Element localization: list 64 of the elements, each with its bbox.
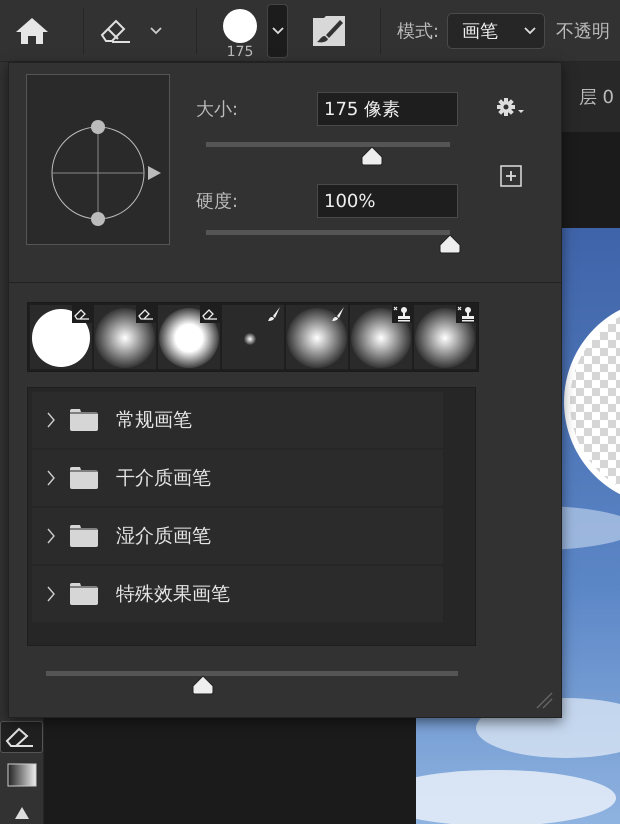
brush-tip-icon xyxy=(415,308,475,368)
home-icon[interactable] xyxy=(15,16,49,44)
brush-tip[interactable] xyxy=(414,305,476,369)
brush-tip[interactable] xyxy=(286,305,348,369)
size-label: 大小: xyxy=(196,98,240,121)
brush-tip-icon xyxy=(32,309,90,367)
brush-settings-icon[interactable] xyxy=(312,14,346,46)
opacity-label: 不透明 xyxy=(556,20,610,42)
brush-icon xyxy=(267,306,281,322)
caret-icon xyxy=(272,26,284,34)
brush-tip-icon xyxy=(159,308,219,368)
mode-select[interactable]: 画笔 xyxy=(447,12,546,48)
brush-tip-icon xyxy=(95,308,155,368)
brush-group-row[interactable]: 湿介质画笔 xyxy=(32,508,443,564)
slider-thumb[interactable] xyxy=(360,146,384,166)
gradient-icon xyxy=(6,763,36,787)
folder-icon xyxy=(70,583,98,605)
mode-label: 模式: xyxy=(397,20,440,42)
eraser-icon xyxy=(138,308,154,320)
brush-angle-preview[interactable] xyxy=(26,74,170,245)
brush-dropdown-button[interactable] xyxy=(267,4,288,58)
new-preset-icon[interactable] xyxy=(500,165,522,187)
brush-tip-icon[interactable] xyxy=(222,8,258,44)
brush-icon xyxy=(331,306,345,322)
hardness-label: 硬度: xyxy=(196,190,240,213)
brush-tip-icon xyxy=(244,333,256,345)
settings-icon[interactable] xyxy=(496,97,526,117)
hardness-slider-track[interactable] xyxy=(206,230,450,235)
size-field[interactable]: 175 像素 xyxy=(317,92,458,126)
group-name: 特殊效果画笔 xyxy=(116,582,230,607)
brush-group-row[interactable]: 特殊效果画笔 xyxy=(32,566,443,622)
chevron-icon[interactable] xyxy=(47,586,55,602)
hardness-field[interactable]: 100% xyxy=(317,184,458,218)
eraser-tool[interactable] xyxy=(0,721,43,753)
brush-group-row[interactable]: 干介质画笔 xyxy=(32,450,443,506)
caret-icon xyxy=(524,26,536,34)
group-name: 湿介质画笔 xyxy=(116,524,211,549)
brush-tip[interactable] xyxy=(94,305,156,369)
brush-group-row[interactable]: 常规画笔 xyxy=(32,392,443,448)
eraser-icon xyxy=(74,308,90,320)
folder-icon xyxy=(70,409,98,431)
brush-tip[interactable] xyxy=(158,305,220,369)
slider-thumb[interactable] xyxy=(190,675,215,695)
layer-tab[interactable]: 层 0 xyxy=(578,85,614,109)
brush-tip-icon xyxy=(351,308,411,368)
brush-tip-icon xyxy=(287,308,347,368)
folder-icon xyxy=(70,525,98,547)
brush-tip[interactable] xyxy=(350,305,412,369)
brush-tip[interactable] xyxy=(30,305,92,369)
group-name: 干介质画笔 xyxy=(116,466,211,491)
chevron-icon[interactable] xyxy=(47,412,55,428)
resize-grip-icon[interactable] xyxy=(535,691,553,709)
size-slider-track[interactable] xyxy=(206,142,450,147)
group-name: 常规画笔 xyxy=(116,408,192,433)
stamp-icon xyxy=(457,306,475,322)
chevron-icon[interactable] xyxy=(47,470,55,486)
slider-thumb[interactable] xyxy=(438,234,462,254)
caret-icon[interactable] xyxy=(150,26,162,34)
chevron-icon[interactable] xyxy=(47,528,55,544)
eraser-icon xyxy=(202,308,218,320)
preview-size-slider-track[interactable] xyxy=(46,671,458,676)
stamp-icon xyxy=(393,306,411,322)
brush-size-text: 175 xyxy=(226,44,254,60)
folder-icon xyxy=(70,467,98,489)
